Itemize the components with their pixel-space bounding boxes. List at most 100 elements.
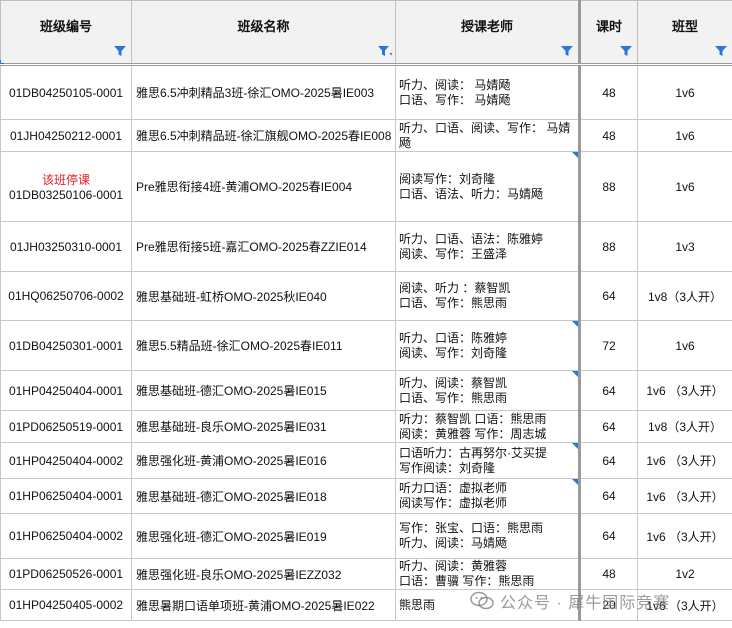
cell-class-name[interactable]: 雅思6.5冲刺精品班-徐汇旗舰OMO-2025春IE008 <box>131 119 396 152</box>
cell-teacher[interactable]: 听力口语：虚拟老师 阅读写作：虚拟老师 <box>395 478 581 514</box>
cell-class-name[interactable]: 雅思基础班-良乐OMO-2025暑IE031 <box>131 410 396 443</box>
table-row[interactable]: 该班停课 01DB03250106-0001 Pre雅思衔接4班-黄浦OMO-202… <box>0 151 732 222</box>
cell-class-name[interactable]: Pre雅思衔接4班-黄浦OMO-2025春IE004 <box>131 151 396 222</box>
filter-icon[interactable] <box>619 45 633 57</box>
cell-teacher[interactable]: 听力：蔡智凯 口语：熊思雨 阅读：黄雅蓉 写作：周志城 <box>395 410 581 443</box>
cell-teacher[interactable]: 听力、口语、语法：陈雅婷 阅读、写作：王盛泽 <box>395 221 581 272</box>
table-row[interactable]: 01PD06250526-0001 雅思强化班-良乐OMO-2025暑IEZZ03… <box>0 558 732 590</box>
cell-teacher[interactable]: 熊思雨 <box>395 589 581 621</box>
header-hours[interactable]: 课时 <box>579 0 638 66</box>
cell-class-code[interactable]: 01HP06250404-0002 <box>0 513 132 559</box>
cell-class-type[interactable]: 1v6 <box>637 64 732 120</box>
table-row[interactable]: 01HP06250404-0002 雅思强化班-德汇OMO-2025暑IE019 写… <box>0 513 732 559</box>
table-row[interactable]: 01JH04250212-0001 雅思6.5冲刺精品班-徐汇旗舰OMO-2025… <box>0 119 732 152</box>
cell-class-name[interactable]: 雅思强化班-良乐OMO-2025暑IEZZ032 <box>131 558 396 590</box>
cell-class-name[interactable]: 雅思5.5精品班-徐汇OMO-2025春IE011 <box>131 320 396 371</box>
cell-class-type[interactable]: 1v6 （3人开） <box>637 370 732 411</box>
table-row[interactable]: 01PD06250519-0001 雅思基础班-良乐OMO-2025暑IE031 听… <box>0 410 732 443</box>
cell-class-code[interactable]: 01DB04250301-0001 <box>0 320 132 371</box>
table-row[interactable]: 01DB04250301-0001 雅思5.5精品班-徐汇OMO-2025春IE0… <box>0 320 732 371</box>
cell-class-type[interactable]: 1v6 <box>637 320 732 371</box>
cell-class-name[interactable]: 雅思强化班-德汇OMO-2025暑IE019 <box>131 513 396 559</box>
table-row[interactable]: 01JH03250310-0001 Pre雅思衔接5班-嘉汇OMO-2025春ZZ… <box>0 221 732 272</box>
cell-class-code[interactable]: 01JH04250212-0001 <box>0 119 132 152</box>
comment-indicator-icon[interactable] <box>572 479 577 485</box>
cell-hours[interactable]: 48 <box>579 558 638 590</box>
header-class-type[interactable]: 班型 <box>637 0 732 66</box>
comment-indicator-icon[interactable] <box>572 152 577 158</box>
cell-class-code[interactable]: 01DB04250105-0001 <box>0 64 132 120</box>
cell-hours[interactable]: 64 <box>579 370 638 411</box>
teacher-line: 听力、口语、语法：陈雅婷 <box>399 231 544 246</box>
comment-indicator-icon[interactable] <box>572 321 577 327</box>
cell-class-type[interactable]: 1v6 <box>637 119 732 152</box>
cell-class-code[interactable]: 01HP04250404-0001 <box>0 370 132 411</box>
cell-class-name[interactable]: 雅思基础班-虹桥OMO-2025秋IE040 <box>131 271 396 321</box>
class-code-text: 01HP04250405-0002 <box>8 598 124 612</box>
filter-icon[interactable] <box>113 45 127 57</box>
cell-hours[interactable]: 64 <box>579 478 638 514</box>
teacher-line: 听力、阅读：马婧飏 <box>399 536 508 550</box>
cell-teacher[interactable]: 听力、阅读：蔡智凯 口语、写作：熊思雨 <box>395 370 581 411</box>
cell-class-name[interactable]: Pre雅思衔接5班-嘉汇OMO-2025春ZZIE014 <box>131 221 396 272</box>
header-class-name[interactable]: 班级名称 <box>131 0 396 66</box>
cell-hours[interactable]: 88 <box>579 221 638 272</box>
cell-class-code[interactable]: 01PD06250526-0001 <box>0 558 132 590</box>
cell-class-name[interactable]: 雅思强化班-黄浦OMO-2025暑IE016 <box>131 442 396 479</box>
header-teacher[interactable]: 授课老师 <box>395 0 581 66</box>
cell-teacher[interactable]: 口语听力：古再努尔·艾买提 写作阅读：刘奇隆 <box>395 442 581 479</box>
cell-class-type[interactable]: 1v6 （3人开） <box>637 589 732 621</box>
cell-class-code[interactable]: 01HP06250404-0001 <box>0 478 132 514</box>
table-row[interactable]: 01HP06250404-0001 雅思基础班-德汇OMO-2025暑IE018 听… <box>0 478 732 514</box>
table-row[interactable]: 01HP04250405-0002 雅思暑期口语单项班-黄浦OMO-2025暑IE… <box>0 589 732 621</box>
cell-class-type[interactable]: 1v8（3人开） <box>637 271 732 321</box>
cell-class-name[interactable]: 雅思6.5冲刺精品3班-徐汇OMO-2025暑IE003 <box>131 64 396 120</box>
cell-hours[interactable]: 48 <box>579 64 638 120</box>
cell-hours[interactable]: 48 <box>579 119 638 152</box>
cell-class-type[interactable]: 1v6 （3人开） <box>637 513 732 559</box>
cell-hours[interactable]: 72 <box>579 320 638 371</box>
filter-active-icon[interactable] <box>377 45 393 57</box>
cell-class-type[interactable]: 1v6 （3人开） <box>637 442 732 479</box>
spreadsheet: 班级编号 班级名称 授课老师 课时 班型 01DB04250105-0001 雅… <box>0 0 732 628</box>
comment-indicator-icon[interactable] <box>572 371 577 377</box>
filter-icon[interactable] <box>714 45 728 57</box>
cell-teacher[interactable]: 听力、阅读： 马婧飏 口语、写作： 马婧飏 <box>395 64 581 120</box>
cell-class-name[interactable]: 雅思基础班-德汇OMO-2025暑IE015 <box>131 370 396 411</box>
cell-class-code[interactable]: 该班停课 01DB03250106-0001 <box>0 151 132 222</box>
class-code-text: 01HP06250404-0001 <box>8 489 124 503</box>
comment-indicator-icon[interactable] <box>572 443 577 449</box>
cell-hours[interactable]: 64 <box>579 442 638 479</box>
cell-class-code[interactable]: 01PD06250519-0001 <box>0 410 132 443</box>
cell-hours[interactable]: 64 <box>579 410 638 443</box>
cell-class-type[interactable]: 1v6 （3人开） <box>637 478 732 514</box>
cell-class-name[interactable]: 雅思基础班-德汇OMO-2025暑IE018 <box>131 478 396 514</box>
cell-class-code[interactable]: 01HP04250405-0002 <box>0 589 132 621</box>
cell-class-code[interactable]: 01HQ06250706-0002 <box>0 271 132 321</box>
cell-class-type[interactable]: 1v2 <box>637 558 732 590</box>
cell-hours[interactable]: 64 <box>579 513 638 559</box>
cell-class-name[interactable]: 雅思暑期口语单项班-黄浦OMO-2025暑IE022 <box>131 589 396 621</box>
table-row[interactable]: 01HQ06250706-0002 雅思基础班-虹桥OMO-2025秋IE040 阅… <box>0 271 732 321</box>
cell-teacher[interactable]: 听力、口语、阅读、写作： 马婧飏 <box>395 119 581 152</box>
table-row[interactable]: 01DB04250105-0001 雅思6.5冲刺精品3班-徐汇OMO-2025暑… <box>0 64 732 120</box>
cell-class-type[interactable]: 1v8（3人开） <box>637 410 732 443</box>
cell-teacher[interactable]: 阅读、听力 ：蔡智凯 口语、写作：熊思雨 <box>395 271 581 321</box>
cell-hours[interactable]: 20 <box>579 589 638 621</box>
header-class-code[interactable]: 班级编号 <box>0 0 132 66</box>
cell-class-type[interactable]: 1v6 <box>637 151 732 222</box>
cell-hours[interactable]: 88 <box>579 151 638 222</box>
cell-teacher[interactable]: 听力、口语：陈雅婷 阅读、写作：刘奇隆 <box>395 320 581 371</box>
cell-teacher[interactable]: 写作：张宝、口语：熊思雨 听力、阅读：马婧飏 <box>395 513 581 559</box>
filter-icon[interactable] <box>560 45 574 57</box>
cell-teacher[interactable]: 听力、阅读：黄雅蓉 口语：曹骥 写作：熊思雨 <box>395 558 581 590</box>
table-row[interactable]: 01HP04250404-0001 雅思基础班-德汇OMO-2025暑IE015 听… <box>0 370 732 411</box>
teacher-line: 口语：曹骥 写作：熊思雨 <box>399 574 535 588</box>
cell-class-code[interactable]: 01JH03250310-0001 <box>0 221 132 272</box>
cell-hours[interactable]: 64 <box>579 271 638 321</box>
cell-teacher[interactable]: 阅读写作：刘奇隆 口语、语法、听力：马婧飏 <box>395 151 581 222</box>
paused-note: 该班停课 <box>41 172 90 187</box>
cell-class-code[interactable]: 01HP04250404-0002 <box>0 442 132 479</box>
cell-class-type[interactable]: 1v3 <box>637 221 732 272</box>
table-row[interactable]: 01HP04250404-0002 雅思强化班-黄浦OMO-2025暑IE016 口… <box>0 442 732 479</box>
